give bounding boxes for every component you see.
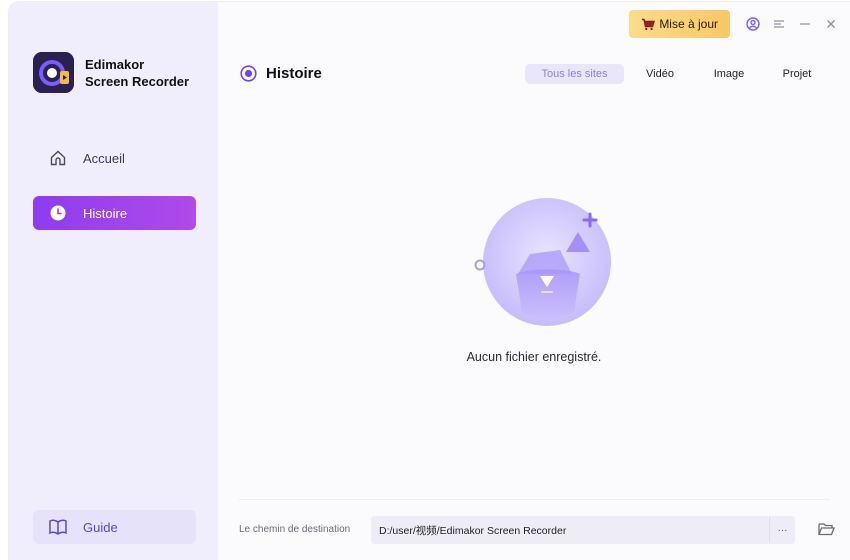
destination-label: Le chemin de destination bbox=[239, 524, 351, 535]
tab-image[interactable]: Image bbox=[696, 64, 762, 84]
folder-open-icon[interactable] bbox=[818, 522, 835, 536]
home-icon bbox=[43, 149, 73, 167]
record-dot-icon bbox=[240, 65, 257, 82]
clock-icon bbox=[43, 205, 73, 221]
page-title: Histoire bbox=[240, 65, 322, 82]
app-name-line1: Edimakor bbox=[85, 56, 145, 72]
book-icon bbox=[43, 518, 73, 536]
guide-button[interactable]: Guide bbox=[33, 510, 196, 544]
main-panel: Mise à jour Histoire Tous les sites Vidé… bbox=[218, 2, 850, 560]
guide-label: Guide bbox=[83, 519, 118, 535]
divider bbox=[239, 499, 830, 500]
close-icon[interactable] bbox=[818, 19, 844, 29]
tab-video[interactable]: Vidéo bbox=[624, 64, 696, 84]
sidebar-item-accueil[interactable]: Accueil bbox=[33, 141, 196, 175]
app-name-line2: Screen Recorder bbox=[85, 73, 190, 89]
tab-tous-les-sites[interactable]: Tous les sites bbox=[525, 64, 624, 84]
app-logo bbox=[33, 52, 74, 93]
tab-projet[interactable]: Projet bbox=[762, 64, 832, 84]
empty-message: Aucun fichier enregistré. bbox=[466, 350, 602, 364]
empty-state-illustration bbox=[468, 192, 618, 332]
update-label: Mise à jour bbox=[659, 17, 718, 31]
account-icon[interactable] bbox=[740, 17, 766, 31]
cart-icon bbox=[641, 18, 656, 31]
title-bar: Mise à jour bbox=[629, 9, 850, 39]
browse-more-button[interactable]: ··· bbox=[769, 516, 795, 544]
sidebar-item-label: Accueil bbox=[83, 150, 125, 166]
sidebar-item-histoire[interactable]: Histoire bbox=[33, 196, 196, 230]
page-title-text: Histoire bbox=[266, 65, 322, 82]
destination-path-field[interactable]: D:/user/视频/Edimakor Screen Recorder bbox=[371, 516, 769, 544]
minimize-icon[interactable] bbox=[792, 19, 818, 29]
sidebar: Edimakor Screen Recorder Accueil Histoir… bbox=[9, 2, 218, 560]
update-button[interactable]: Mise à jour bbox=[629, 10, 730, 38]
sidebar-item-label: Histoire bbox=[83, 205, 128, 221]
menu-icon[interactable] bbox=[766, 19, 792, 29]
brand: Edimakor Screen Recorder bbox=[33, 52, 189, 93]
app-name: Edimakor Screen Recorder bbox=[85, 56, 189, 90]
filter-tabs: Tous les sites Vidéo Image Projet bbox=[525, 64, 832, 84]
app-window: Edimakor Screen Recorder Accueil Histoir… bbox=[9, 2, 850, 560]
